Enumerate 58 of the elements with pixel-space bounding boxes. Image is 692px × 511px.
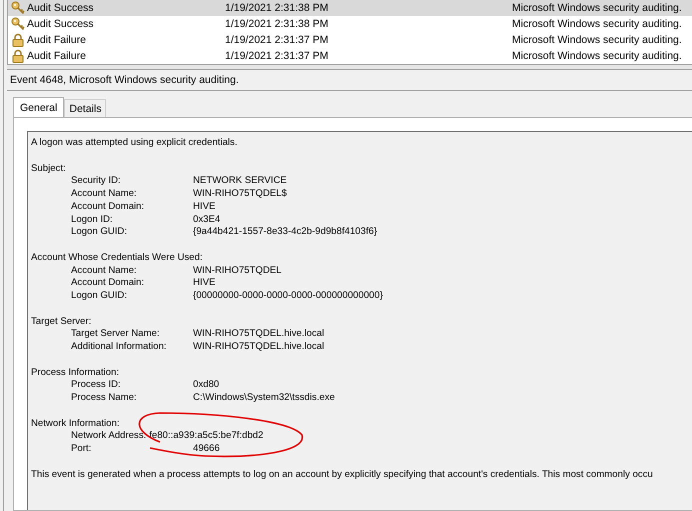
tab[interactable]: Details bbox=[64, 99, 106, 117]
field-label: Target Server Name: bbox=[71, 328, 160, 340]
field-label: Account Domain: bbox=[71, 200, 144, 212]
field-value: WIN-RIHO75TQDEL$ bbox=[193, 188, 287, 201]
key-icon bbox=[11, 1, 25, 15]
field-label: Account Domain: bbox=[71, 277, 144, 288]
field-value: fe80::a939:a5c5:be7f:dbd2 bbox=[149, 430, 264, 443]
event-row[interactable]: Audit Success 1/19/2021 2:31:38 PM Microsoft Windows security auditing. bbox=[8, 0, 692, 16]
section-heading: Process Information: bbox=[31, 366, 119, 378]
section-heading: Network Information: bbox=[31, 418, 120, 428]
date-text: 1/19/2021 2:31:37 PM bbox=[225, 34, 330, 46]
section-heading: Account Whose Credentials Were Used: bbox=[31, 252, 203, 263]
field-label: Port: bbox=[71, 443, 92, 454]
field-value: HIVE bbox=[193, 277, 216, 290]
field-label: Security ID: bbox=[71, 175, 121, 186]
footer-text: This event is generated when a process attempts to log on an account by explicitly specifying that account's credentials. This most commonly occu bbox=[31, 468, 653, 480]
source-text: Microsoft Windows security auditing. bbox=[512, 18, 682, 30]
event-title: Event 4648, Microsoft Windows security auditing. bbox=[10, 74, 239, 86]
field-label: Account Name: bbox=[71, 188, 137, 199]
field-label: Additional Information: bbox=[71, 341, 166, 352]
section-heading: Subject: bbox=[31, 162, 66, 174]
keyword-text: Audit Failure bbox=[27, 50, 86, 62]
field-label: Process Name: bbox=[71, 392, 137, 403]
padlock-icon bbox=[11, 49, 25, 63]
field-value: WIN-RIHO75TQDEL bbox=[193, 264, 282, 278]
date-text: 1/19/2021 2:31:38 PM bbox=[225, 18, 330, 30]
field-value: 0xd80 bbox=[193, 379, 220, 392]
field-value: 49666 bbox=[193, 443, 220, 456]
field-label: Logon ID: bbox=[71, 214, 113, 224]
key-icon bbox=[11, 17, 25, 31]
date-text: 1/19/2021 2:31:37 PM bbox=[225, 50, 330, 62]
field-label: Network Address: bbox=[71, 430, 146, 443]
padlock-icon bbox=[11, 33, 25, 47]
field-label: Account Name: bbox=[71, 264, 137, 276]
source-text: Microsoft Windows security auditing. bbox=[512, 2, 682, 14]
section-heading: Target Server: bbox=[31, 316, 92, 326]
field-value: {9a44b421-1557-8e33-4c2b-9d9b8f4103f6} bbox=[193, 226, 378, 239]
field-label: Process ID: bbox=[71, 379, 121, 390]
tab[interactable]: General bbox=[13, 97, 64, 117]
field-value: 0x3E4 bbox=[193, 214, 220, 226]
field-label: Logon GUID: bbox=[71, 290, 127, 301]
summary-text: A logon was attempted using explicit credentials. bbox=[31, 137, 238, 150]
source-text: Microsoft Windows security auditing. bbox=[512, 50, 682, 62]
keyword-text: Audit Success bbox=[27, 2, 94, 14]
date-text: 1/19/2021 2:31:38 PM bbox=[225, 2, 330, 14]
field-value: WIN-RIHO75TQDEL.hive.local bbox=[193, 341, 324, 354]
event-row[interactable]: Audit Failure 1/19/2021 2:31:37 PM Microsoft Windows security auditing. bbox=[8, 48, 692, 64]
event-row[interactable]: Audit Success 1/19/2021 2:31:38 PM Microsoft Windows security auditing. bbox=[8, 16, 692, 32]
field-value: {00000000-0000-0000-0000-000000000000} bbox=[193, 290, 383, 303]
event-row[interactable]: Audit Failure 1/19/2021 2:31:37 PM Microsoft Windows security auditing. bbox=[8, 32, 692, 48]
keyword-text: Audit Success bbox=[27, 18, 94, 30]
source-text: Microsoft Windows security auditing. bbox=[512, 34, 682, 46]
keyword-text: Audit Failure bbox=[27, 34, 86, 46]
field-value: C:\Windows\System32\tssdis.exe bbox=[193, 392, 335, 405]
field-value: WIN-RIHO75TQDEL.hive.local bbox=[193, 328, 324, 341]
field-label: Logon GUID: bbox=[71, 226, 127, 238]
field-value: HIVE bbox=[193, 200, 216, 214]
field-value: NETWORK SERVICE bbox=[193, 175, 287, 188]
